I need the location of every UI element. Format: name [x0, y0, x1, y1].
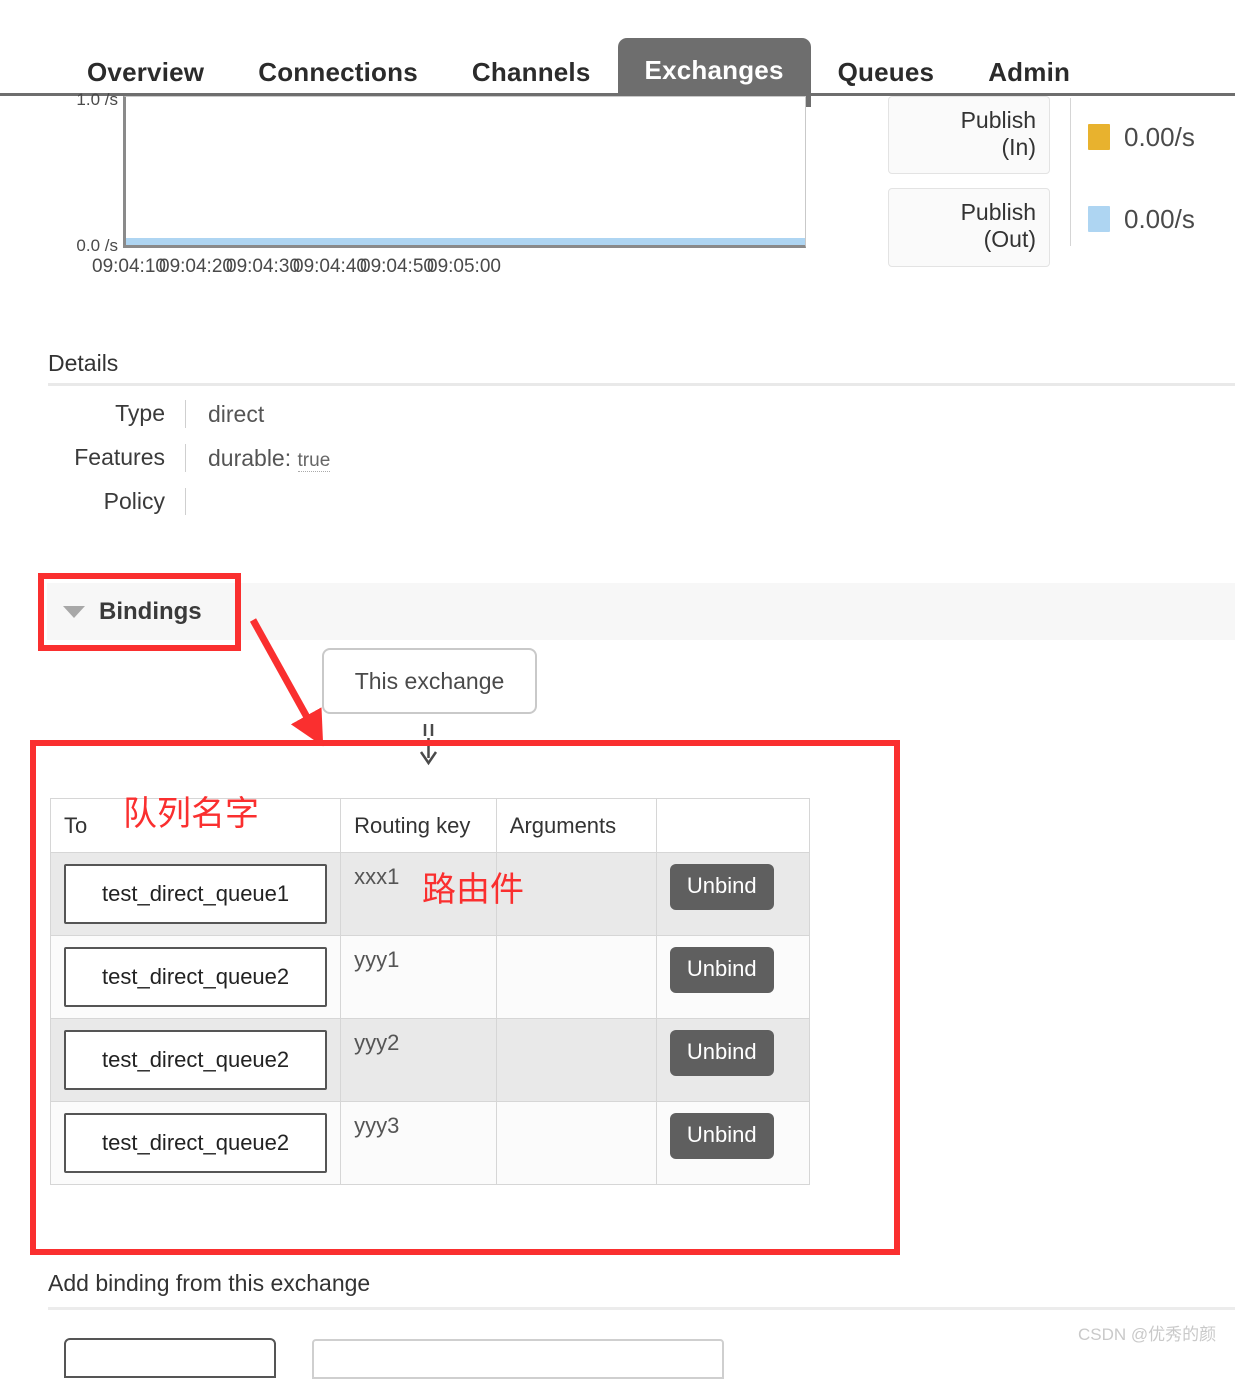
queue-link[interactable]: test_direct_queue2	[64, 1030, 328, 1090]
detail-row-features: Features durable: true	[0, 444, 700, 472]
legend-value-publish-out: 0.00/s	[1124, 203, 1195, 234]
stat-publish-in-line1: Publish	[960, 107, 1036, 133]
table-row: test_direct_queue2 yyy3 Unbind	[49, 1101, 811, 1185]
cell-action: Unbind	[655, 852, 811, 936]
detail-label-features: Features	[74, 444, 165, 470]
series-publish-out-area	[126, 238, 805, 245]
chart-stat-boxes: Publish (In) Publish (Out)	[888, 96, 1050, 281]
queue-link[interactable]: test_direct_queue1	[64, 864, 328, 924]
annotation-routing-key: 路由件	[422, 871, 524, 909]
stat-publish-out-line1: Publish	[960, 199, 1036, 226]
detail-row-policy: Policy	[0, 488, 700, 515]
y-axis-tick-top: 1.0 /s	[76, 90, 118, 109]
unbind-button[interactable]: Unbind	[669, 1113, 774, 1159]
chart-plot-area	[123, 96, 806, 248]
add-binding-divider	[48, 1307, 1235, 1310]
unbind-button[interactable]: Unbind	[669, 1030, 774, 1076]
cell-to: test_direct_queue2	[49, 1018, 342, 1102]
y-axis-tick-bottom: 0.0 /s	[76, 236, 118, 255]
queue-link[interactable]: test_direct_queue2	[64, 1113, 328, 1173]
add-binding-heading: Add binding from this exchange	[48, 1270, 371, 1296]
detail-separator	[185, 444, 186, 472]
feature-value-durable: true	[297, 450, 331, 472]
down-arrow-icon	[405, 722, 455, 766]
stat-publish-out-line2: (Out)	[983, 226, 1036, 253]
bindings-section-header[interactable]: Bindings	[47, 583, 1235, 640]
watermark: CSDN @优秀的颜	[1078, 1325, 1217, 1344]
annotation-queue-name: 队列名字	[123, 795, 259, 833]
table-row: test_direct_queue2 yyy2 Unbind	[49, 1018, 811, 1102]
detail-value-type: direct	[208, 401, 265, 427]
unbind-button[interactable]: Unbind	[669, 864, 774, 910]
cell-routing-key: yyy2	[340, 1018, 497, 1102]
cell-routing-key: yyy3	[340, 1101, 497, 1185]
detail-value-features: durable: true	[208, 444, 331, 472]
cell-to: test_direct_queue2	[49, 935, 342, 1019]
cell-arguments	[495, 1018, 657, 1102]
this-exchange-node: This exchange	[322, 648, 537, 714]
cell-routing-key: yyy1	[340, 935, 497, 1019]
cell-to: test_direct_queue1	[49, 852, 342, 936]
cell-action: Unbind	[655, 1018, 811, 1102]
detail-label-type: Type	[115, 400, 165, 426]
queue-link[interactable]: test_direct_queue2	[64, 947, 328, 1007]
detail-separator	[185, 400, 186, 428]
column-header-actions	[655, 798, 811, 853]
legend-swatch-publish-in	[1088, 124, 1110, 150]
feature-key-durable: durable:	[208, 445, 292, 471]
detail-label-policy: Policy	[103, 488, 165, 514]
column-header-routing-key[interactable]: Routing key	[340, 798, 497, 853]
stat-box-publish-out: Publish (Out)	[888, 188, 1050, 267]
details-table: Type direct Features durable: true Polic…	[0, 400, 700, 531]
column-header-arguments[interactable]: Arguments	[495, 798, 657, 853]
details-heading: Details	[48, 350, 119, 376]
legend-swatch-publish-out	[1088, 206, 1110, 232]
add-binding-to-selector[interactable]	[64, 1338, 276, 1378]
legend-row-publish-out: 0.00/s	[1088, 178, 1195, 260]
bindings-title: Bindings	[99, 597, 202, 625]
details-divider	[48, 383, 1235, 386]
cell-action: Unbind	[655, 1101, 811, 1185]
table-row: test_direct_queue2 yyy1 Unbind	[49, 935, 811, 1019]
cell-arguments	[495, 935, 657, 1019]
detail-separator	[185, 488, 186, 515]
stat-publish-in-line2: (In)	[1001, 134, 1037, 161]
collapse-triangle-icon[interactable]	[63, 605, 85, 618]
x-tick-5: 09:05:00	[427, 256, 501, 277]
bindings-table: To Routing key Arguments test_direct_que…	[49, 798, 811, 1185]
cell-arguments	[495, 1101, 657, 1185]
x-axis-tick-labels: 09:04:10 09:04:20 09:04:30 09:04:40 09:0…	[92, 256, 823, 278]
legend-value-publish-in: 0.00/s	[1124, 121, 1195, 152]
detail-row-type: Type direct	[0, 400, 700, 428]
add-binding-destination-input[interactable]	[312, 1339, 724, 1379]
main-navigation: Overview Connections Channels Exchanges …	[0, 0, 1235, 107]
publish-rate-chart: 1.0 /s 0.0 /s 09:04:10 09:04:20 09:04:30…	[0, 90, 1235, 296]
stat-box-publish-in: Publish (In)	[888, 96, 1050, 175]
unbind-button[interactable]: Unbind	[669, 947, 774, 993]
cell-to: test_direct_queue2	[49, 1101, 342, 1185]
legend-divider	[1070, 98, 1071, 246]
legend-row-publish-in: 0.00/s	[1088, 96, 1195, 178]
cell-action: Unbind	[655, 935, 811, 1019]
chart-legend: 0.00/s 0.00/s	[1088, 96, 1195, 260]
